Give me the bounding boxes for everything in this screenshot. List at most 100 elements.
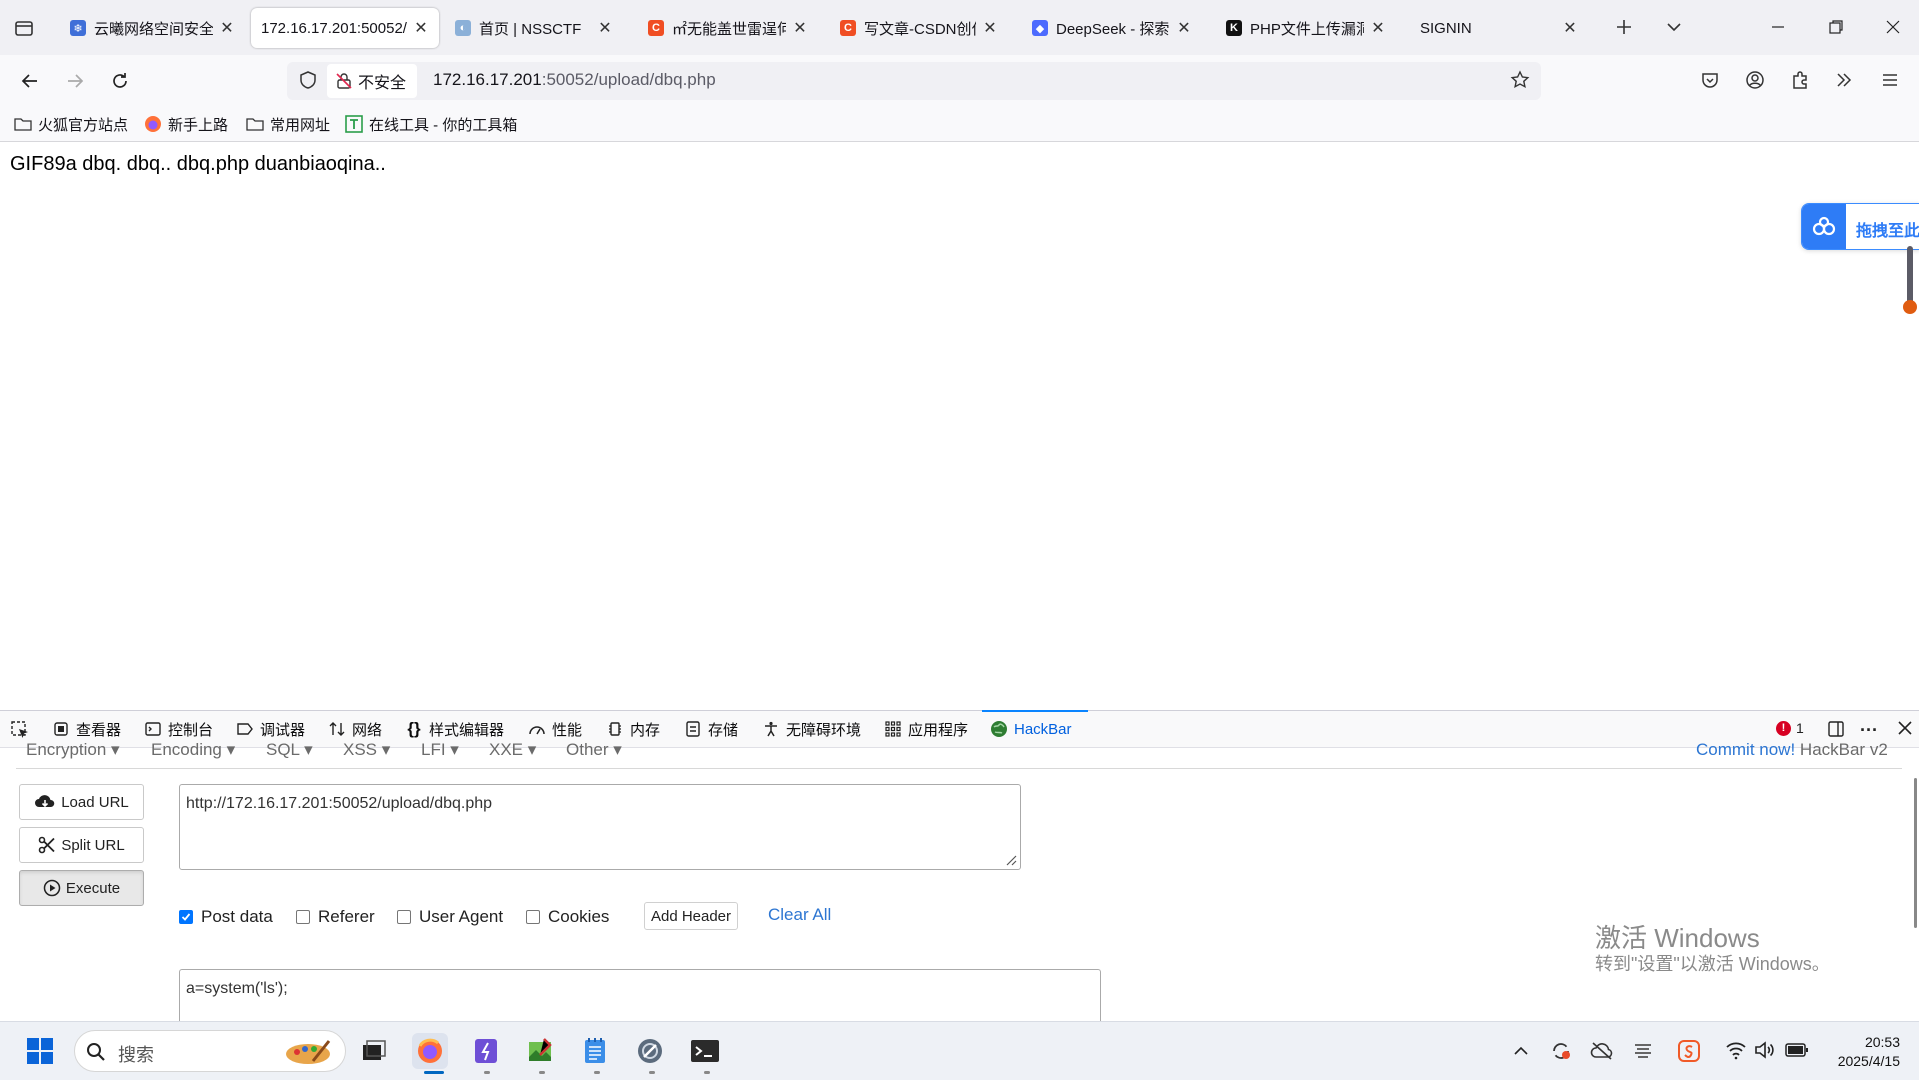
back-arrow-icon[interactable] bbox=[15, 66, 45, 96]
devtools-tab-performance[interactable]: 性能 bbox=[528, 716, 582, 742]
notepad-icon[interactable] bbox=[577, 1033, 613, 1069]
url-text[interactable]: 172.16.17.201:50052/upload/dbq.php bbox=[433, 70, 716, 90]
app-tray-icon[interactable] bbox=[1632, 1040, 1654, 1062]
speaker-icon[interactable] bbox=[1754, 1040, 1776, 1060]
close-tab-icon[interactable]: ✕ bbox=[1176, 18, 1192, 38]
firefox-taskbar-icon[interactable] bbox=[412, 1033, 448, 1069]
activation-watermark-subtitle: 转到"设置"以激活 Windows。 bbox=[1595, 954, 1830, 974]
referer-checkbox[interactable]: Referer bbox=[296, 905, 375, 929]
tab-4[interactable]: C ㎡无能盖世雷逞何 ✕ bbox=[638, 8, 818, 48]
drag-drop-widget[interactable]: 拖拽至此 bbox=[1801, 203, 1919, 250]
bookmark-2[interactable]: 新手上路 bbox=[144, 112, 228, 136]
cookies-checkbox[interactable]: Cookies bbox=[526, 905, 609, 929]
close-tab-icon[interactable]: ✕ bbox=[1370, 18, 1386, 38]
paint-palette-icon bbox=[283, 1037, 333, 1067]
devtools-tab-accessibility[interactable]: 无障碍环境 bbox=[762, 716, 861, 742]
execute-button[interactable]: Execute bbox=[19, 870, 144, 906]
account-icon[interactable] bbox=[1745, 70, 1765, 90]
add-header-button[interactable]: Add Header bbox=[644, 902, 738, 930]
close-window-icon[interactable] bbox=[1878, 12, 1908, 42]
close-tab-icon[interactable]: ✕ bbox=[1562, 18, 1578, 38]
post-data-checkbox[interactable]: Post data bbox=[179, 905, 273, 929]
minimize-icon[interactable] bbox=[1763, 12, 1793, 42]
devtools-tab-debugger[interactable]: 调试器 bbox=[236, 716, 305, 742]
network-tool-icon[interactable] bbox=[632, 1033, 668, 1069]
split-url-button[interactable]: Split URL bbox=[19, 827, 144, 863]
forward-arrow-icon[interactable] bbox=[60, 66, 90, 96]
close-tab-icon[interactable]: ✕ bbox=[413, 18, 429, 38]
menu-hamburger-icon[interactable] bbox=[1880, 70, 1900, 90]
devtools-tab-application[interactable]: 应用程序 bbox=[884, 716, 968, 742]
bookmark-star-icon[interactable] bbox=[1510, 70, 1530, 90]
battery-icon[interactable] bbox=[1785, 1042, 1809, 1058]
sogou-input-icon[interactable] bbox=[1678, 1040, 1700, 1062]
slider-knob[interactable] bbox=[1903, 300, 1917, 314]
extensions-puzzle-icon[interactable] bbox=[1790, 70, 1810, 90]
image-editor-icon[interactable] bbox=[522, 1033, 558, 1069]
hackbar-scrollbar[interactable] bbox=[1914, 778, 1917, 928]
reload-icon[interactable] bbox=[105, 66, 135, 96]
tab-6[interactable]: ◆ DeepSeek - 探索 ✕ bbox=[1022, 8, 1202, 48]
close-tab-icon[interactable]: ✕ bbox=[219, 18, 235, 38]
tab-7[interactable]: K PHP文件上传漏洞 ✕ bbox=[1216, 8, 1396, 48]
windows-start-icon[interactable] bbox=[22, 1033, 58, 1069]
bookmark-4[interactable]: 在线工具 - 你的工具箱 bbox=[345, 112, 517, 136]
site-security-indicator[interactable]: 不安全 bbox=[327, 64, 417, 98]
hackbar-globe-icon bbox=[990, 720, 1008, 738]
bookmark-folder-1[interactable]: 火狐官方站点 bbox=[14, 112, 128, 136]
devtools-tab-console[interactable]: 控制台 bbox=[144, 716, 213, 742]
menu-xss[interactable]: XSS ▾ bbox=[343, 740, 390, 760]
shield-icon[interactable] bbox=[298, 70, 318, 90]
close-tab-icon[interactable]: ✕ bbox=[982, 18, 998, 38]
storage-icon bbox=[684, 720, 702, 738]
element-picker-icon[interactable] bbox=[10, 720, 30, 740]
tab-manager-icon[interactable] bbox=[14, 18, 34, 38]
devtools-tab-memory[interactable]: 内存 bbox=[606, 716, 660, 742]
app-running-indicator bbox=[649, 1071, 655, 1074]
cloud-offline-icon[interactable] bbox=[1590, 1040, 1614, 1062]
restore-icon[interactable] bbox=[1821, 12, 1851, 42]
list-tabs-chevron-down-icon[interactable] bbox=[1659, 12, 1689, 42]
app-running-indicator bbox=[704, 1071, 710, 1074]
pocket-icon[interactable] bbox=[1700, 70, 1720, 90]
menu-other[interactable]: Other ▾ bbox=[566, 740, 622, 760]
resize-grip-icon[interactable] bbox=[1003, 852, 1017, 866]
devtools-tab-style-editor[interactable]: {} 样式编辑器 bbox=[405, 716, 504, 742]
devtools-tab-network[interactable]: 网络 bbox=[328, 716, 382, 742]
chevron-up-icon[interactable] bbox=[1512, 1042, 1530, 1060]
tab-5[interactable]: C 写文章-CSDN创作 ✕ bbox=[830, 8, 1008, 48]
tab-8[interactable]: SIGNIN ✕ bbox=[1408, 8, 1588, 48]
menu-xxe[interactable]: XXE ▾ bbox=[489, 740, 536, 760]
wifi-icon[interactable] bbox=[1725, 1040, 1747, 1060]
more-options-icon[interactable]: ··· bbox=[1860, 720, 1878, 741]
clear-all-link[interactable]: Clear All bbox=[768, 905, 831, 925]
devtools-tab-hackbar[interactable]: HackBar bbox=[990, 716, 1072, 742]
dock-layout-icon[interactable] bbox=[1827, 720, 1845, 738]
bookmark-folder-3[interactable]: 常用网址 bbox=[246, 112, 330, 136]
close-tab-icon[interactable]: ✕ bbox=[792, 18, 808, 38]
terminal-icon[interactable] bbox=[687, 1033, 723, 1069]
close-devtools-icon[interactable] bbox=[1897, 720, 1913, 736]
visual-studio-icon[interactable] bbox=[468, 1033, 504, 1069]
devtools-tab-storage[interactable]: 存储 bbox=[684, 716, 738, 742]
new-tab-icon[interactable] bbox=[1609, 12, 1639, 42]
tab-1[interactable]: ❄ 云曦网络空间安全 ✕ bbox=[60, 8, 245, 48]
menu-sql[interactable]: SQL ▾ bbox=[266, 740, 313, 760]
commit-link[interactable]: Commit now! HackBar v2 bbox=[1696, 740, 1888, 760]
menu-encoding[interactable]: Encoding ▾ bbox=[151, 740, 235, 760]
url-textarea[interactable]: http://172.16.17.201:50052/upload/dbq.ph… bbox=[179, 784, 1021, 870]
error-counter[interactable]: ! 1 bbox=[1776, 720, 1804, 736]
devtools-tab-inspector[interactable]: 查看器 bbox=[52, 716, 121, 742]
menu-lfi[interactable]: LFI ▾ bbox=[421, 740, 459, 760]
more-tools-chevrons-icon[interactable] bbox=[1834, 70, 1854, 90]
task-view-icon[interactable] bbox=[356, 1033, 392, 1069]
close-tab-icon[interactable]: ✕ bbox=[597, 18, 613, 38]
post-data-textarea[interactable]: a=system('ls'); bbox=[179, 969, 1101, 1021]
sync-icon[interactable] bbox=[1550, 1040, 1572, 1062]
tab-2[interactable]: 172.16.17.201:50052/ ✕ bbox=[251, 8, 439, 48]
system-clock[interactable]: 20:53 2025/4/15 bbox=[1830, 1033, 1900, 1071]
user-agent-checkbox[interactable]: User Agent bbox=[397, 905, 503, 929]
tab-3[interactable]: ◐ 首页 | NSSCTF ✕ bbox=[445, 8, 623, 48]
menu-encryption[interactable]: Encryption ▾ bbox=[26, 740, 120, 760]
load-url-button[interactable]: Load URL bbox=[19, 784, 144, 820]
